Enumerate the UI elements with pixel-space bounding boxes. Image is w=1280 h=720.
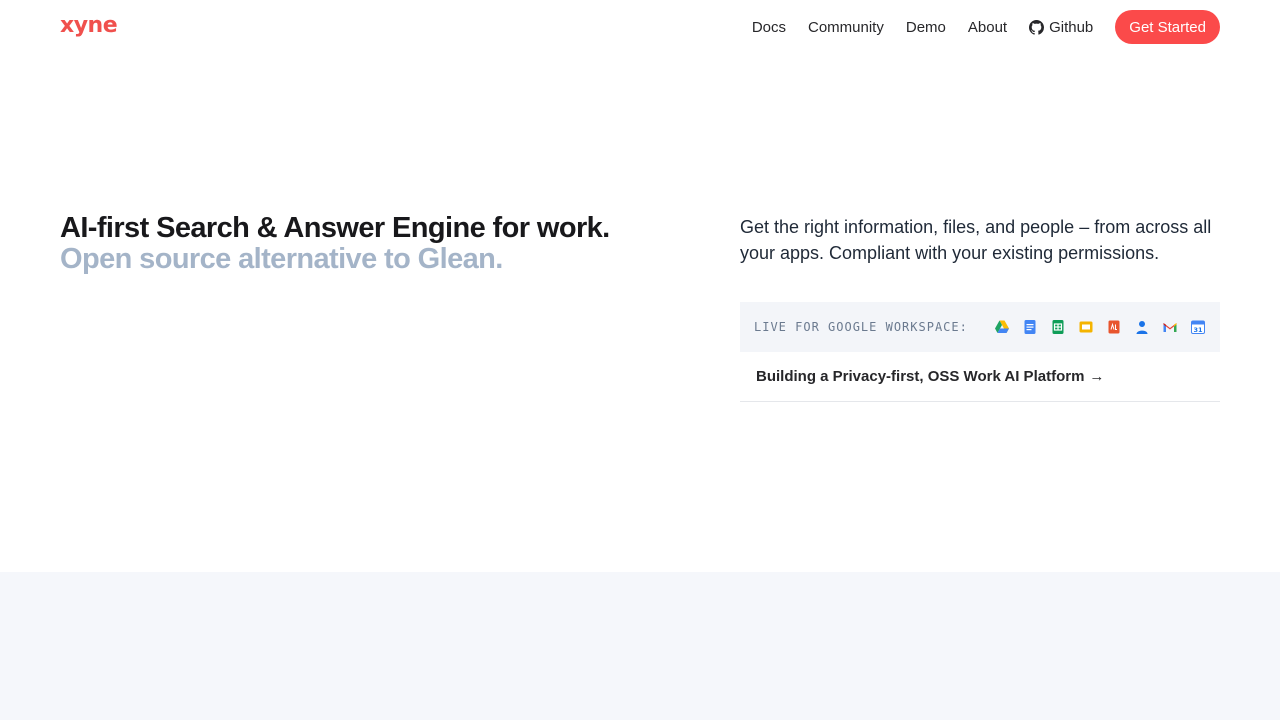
nav-link-demo[interactable]: Demo: [906, 19, 946, 36]
pdf-icon: [1108, 320, 1120, 334]
nav-link-docs[interactable]: Docs: [752, 19, 786, 36]
hero-details: Get the right information, files, and pe…: [740, 214, 1220, 402]
get-started-button[interactable]: Get Started: [1115, 10, 1220, 44]
nav-link-community[interactable]: Community: [808, 19, 884, 36]
arrow-right-icon: →: [1089, 368, 1105, 385]
xyne-logo[interactable]: xyne: [60, 12, 118, 40]
headline-primary: AI-first Search & Answer Engine for work…: [60, 212, 610, 244]
github-icon: [1029, 19, 1045, 35]
nav-links: Docs Community Demo About Github Get Sta…: [752, 10, 1220, 44]
hero-headline: AI-first Search & Answer Engine for work…: [60, 212, 680, 274]
google-docs-icon: [1024, 320, 1036, 334]
google-slides-icon: [1079, 321, 1093, 333]
github-label: Github: [1049, 18, 1094, 36]
privacy-platform-link[interactable]: Building a Privacy-first, OSS Work AI Pl…: [740, 352, 1220, 402]
google-calendar-icon: 31: [1190, 320, 1205, 334]
google-sheets-icon: [1052, 320, 1064, 334]
navbar: xyne Docs Community Demo About Github Ge…: [0, 0, 1280, 54]
workspace-integrations-bar: LIVE FOR GOOGLE WORKSPACE: 31: [740, 302, 1220, 352]
google-drive-icon: [994, 320, 1009, 333]
lower-section-background: [0, 572, 1280, 720]
svg-text:31: 31: [1193, 326, 1203, 334]
nav-link-about[interactable]: About: [968, 19, 1007, 36]
nav-link-github[interactable]: Github: [1029, 19, 1093, 36]
gmail-icon: [1163, 323, 1177, 332]
headline-secondary: Open source alternative to Glean.: [60, 243, 503, 275]
workspace-app-icons: 31: [982, 319, 1206, 335]
contacts-icon: [1136, 321, 1148, 334]
privacy-link-label: Building a Privacy-first, OSS Work AI Pl…: [756, 368, 1085, 385]
workspace-label: LIVE FOR GOOGLE WORKSPACE:: [754, 320, 968, 334]
hero-description: Get the right information, files, and pe…: [740, 217, 1212, 263]
